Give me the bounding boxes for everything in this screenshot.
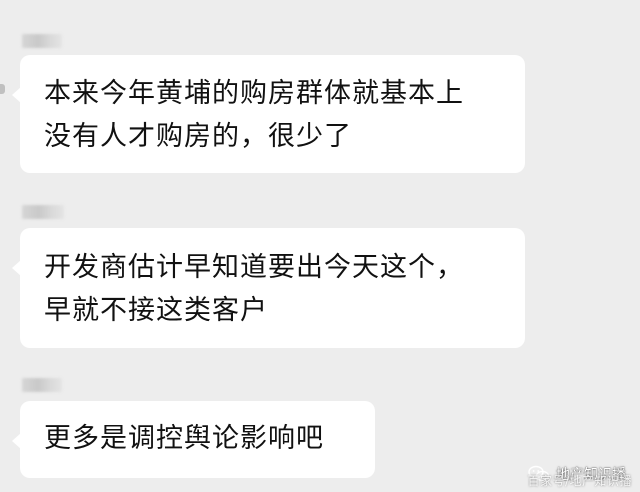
message-text-line: 早就不接这类客户 [44, 295, 268, 326]
message-text-line: 本来今年黄埔的购房群体就基本上 [44, 78, 464, 109]
message-text-line: 开发商估计早知道要出今天这个， [44, 252, 464, 283]
message-bubble[interactable]: 本来今年黄埔的购房群体就基本上 没有人才购房的，很少了 [12, 55, 525, 173]
message-bubble[interactable]: 更多是调控舆论影响吧 [12, 401, 375, 478]
message-bubble[interactable]: 开发商估计早知道要出今天这个， 早就不接这类客户 [12, 228, 525, 348]
scroll-marker [0, 84, 5, 94]
sender-name-blurred [22, 378, 62, 392]
sender-name-blurred [22, 205, 64, 219]
chat-thread: 本来今年黄埔的购房群体就基本上 没有人才购房的，很少了 开发商估计早知道要出今天… [0, 0, 640, 492]
sender-name-blurred [22, 34, 62, 48]
watermark-source: 百家号/地产知识播 [527, 474, 632, 488]
message-text-line: 更多是调控舆论影响吧 [44, 423, 324, 454]
message-text-line: 没有人才购房的，很少了 [44, 121, 352, 152]
